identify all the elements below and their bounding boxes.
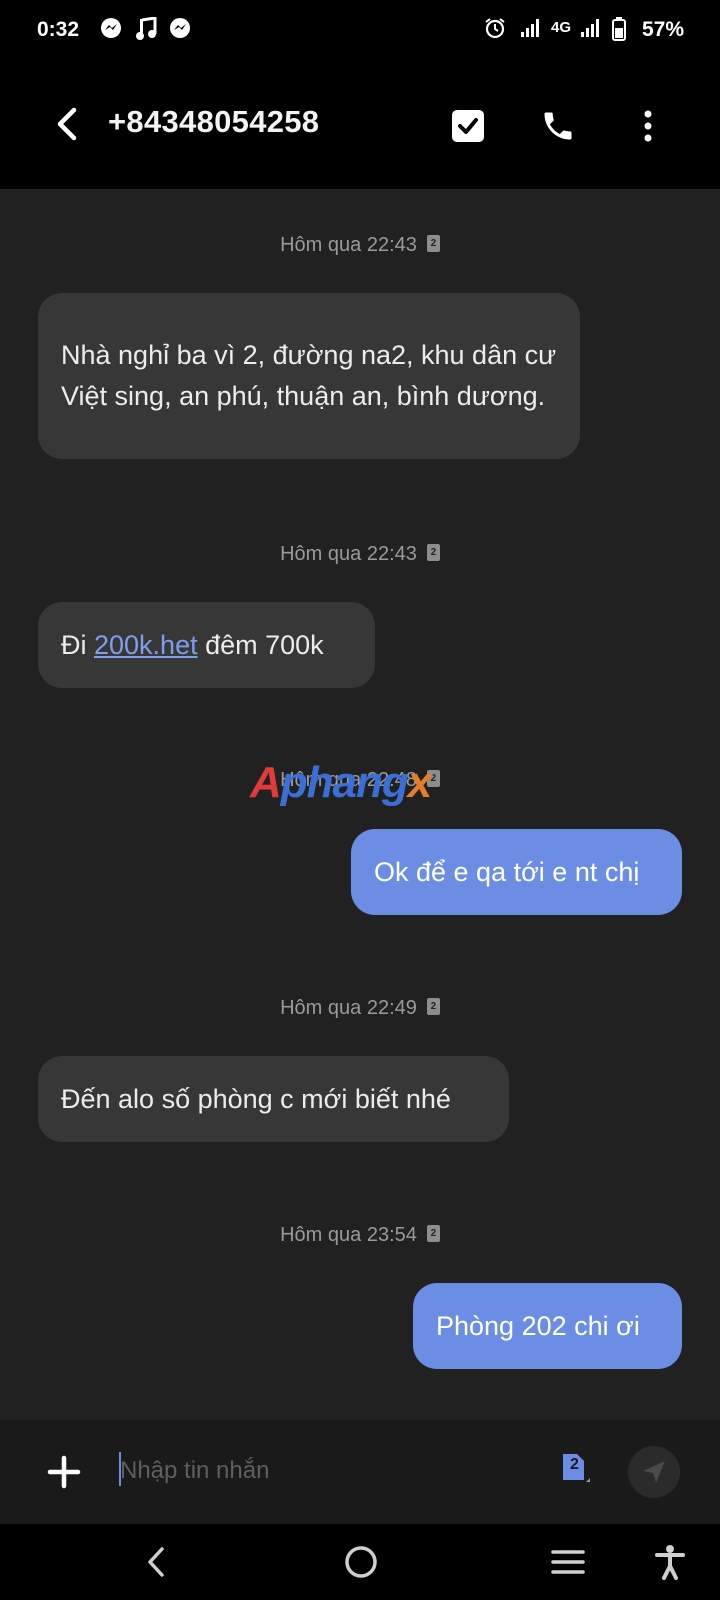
nav-back-button[interactable] bbox=[128, 1534, 184, 1590]
message-timestamp: Hôm qua 23:54 2 bbox=[0, 1224, 720, 1247]
message-timestamp: Hôm qua 22:49 2 bbox=[0, 997, 720, 1020]
alarm-icon bbox=[484, 17, 506, 45]
phone-icon bbox=[544, 112, 572, 140]
watermark-logo: Aphangx bbox=[250, 758, 432, 807]
sim-card-icon: 2 bbox=[426, 544, 440, 562]
message-composer: 2 bbox=[0, 1420, 720, 1524]
messenger-icon bbox=[169, 17, 191, 45]
more-options-button[interactable] bbox=[620, 98, 676, 154]
message-timestamp: Hôm qua 22:43 2 bbox=[0, 543, 720, 566]
incoming-message-bubble[interactable]: Đến alo số phòng c mới biết nhé bbox=[38, 1056, 509, 1142]
message-text: Phòng 202 chi ơi bbox=[436, 1310, 640, 1341]
menu-lines-icon bbox=[551, 1550, 585, 1574]
message-text: Ok để e qa tới e nt chị bbox=[374, 856, 640, 887]
system-navigation-bar bbox=[0, 1524, 720, 1600]
music-note-icon bbox=[135, 16, 157, 47]
sim-card-icon: 2 bbox=[426, 1225, 440, 1243]
outgoing-message-bubble[interactable]: Ok để e qa tới e nt chị bbox=[351, 829, 682, 915]
message-text: Đến alo số phòng c mới biết nhé bbox=[61, 1083, 451, 1114]
attach-button[interactable] bbox=[36, 1444, 92, 1500]
sim-number: 2 bbox=[570, 1456, 579, 1473]
sim-card-icon: 2 bbox=[426, 998, 440, 1016]
send-icon bbox=[643, 1461, 665, 1483]
contact-title: +84348054258 bbox=[108, 104, 320, 139]
network-type: 4G bbox=[551, 19, 572, 36]
message-input[interactable] bbox=[120, 1450, 540, 1492]
incoming-message-bubble[interactable]: Đi 200k.het đêm 700k bbox=[38, 602, 375, 688]
call-button[interactable] bbox=[530, 98, 586, 154]
sim-select-button[interactable]: 2 bbox=[556, 1450, 594, 1488]
battery-icon bbox=[612, 17, 626, 47]
signal-icon bbox=[520, 17, 542, 45]
more-vertical-icon bbox=[644, 110, 652, 142]
accessibility-button[interactable] bbox=[642, 1534, 698, 1590]
status-bar: 0:32 4G 57% bbox=[0, 0, 720, 62]
message-text: Đi 200k.het đêm 700k bbox=[61, 629, 324, 660]
home-circle-icon bbox=[345, 1546, 377, 1578]
text-cursor bbox=[119, 1452, 121, 1486]
plus-icon bbox=[47, 1455, 81, 1489]
back-button[interactable] bbox=[40, 96, 96, 152]
outgoing-message-bubble[interactable]: Phòng 202 chi ơi bbox=[413, 1283, 682, 1369]
incoming-message-bubble[interactable]: Nhà nghỉ ba vì 2, đường na2, khu dân cư … bbox=[38, 293, 580, 459]
conversation-list[interactable]: Hôm qua 22:43 2 Nhà nghỉ ba vì 2, đường n… bbox=[0, 189, 720, 1420]
checkbox-icon bbox=[452, 110, 484, 142]
accessibility-icon bbox=[655, 1545, 685, 1580]
nav-recents-button[interactable] bbox=[540, 1534, 596, 1590]
signal-icon bbox=[580, 17, 602, 45]
message-timestamp: Hôm qua 22:43 2 bbox=[0, 234, 720, 257]
battery-percent: 57% bbox=[641, 18, 684, 41]
app-bar: +84348054258 bbox=[0, 62, 720, 189]
nav-home-button[interactable] bbox=[333, 1534, 389, 1590]
nav-back-icon bbox=[148, 1547, 164, 1577]
back-arrow-icon bbox=[57, 107, 77, 141]
status-time: 0:32 bbox=[37, 18, 80, 41]
send-button[interactable] bbox=[628, 1446, 680, 1498]
sim-card-icon: 2 bbox=[426, 235, 440, 253]
select-button[interactable] bbox=[440, 98, 496, 154]
message-link[interactable]: 200k.het bbox=[94, 630, 198, 660]
message-text: Nhà nghỉ ba vì 2, đường na2, khu dân cư … bbox=[61, 340, 557, 411]
messenger-icon bbox=[100, 17, 122, 45]
